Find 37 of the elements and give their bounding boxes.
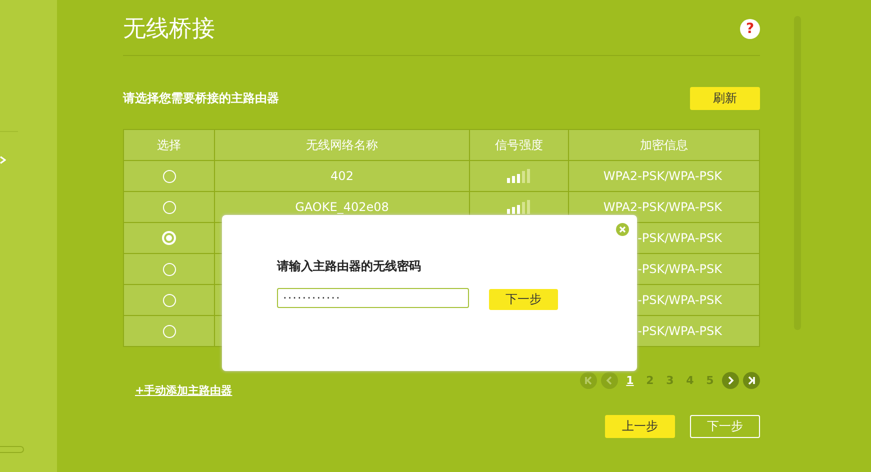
column-header: 无线网络名称 (214, 130, 470, 160)
first-page-icon[interactable] (580, 372, 597, 389)
page-number[interactable]: 1 (622, 374, 638, 387)
last-page-icon[interactable] (743, 372, 760, 389)
step-button[interactable]: 上一步 (605, 415, 675, 438)
encryption-text: -PSK/WPA-PSK (638, 231, 722, 245)
column-header: 信号强度 (470, 130, 568, 160)
radio-button[interactable] (162, 263, 176, 276)
add-router-link[interactable]: +手动添加主路由器 (135, 383, 232, 398)
prompt-text: 请选择您需要桥接的主路由器 (123, 90, 279, 107)
network-name: 402 (330, 169, 354, 183)
next-page-icon[interactable] (722, 372, 739, 389)
refresh-button[interactable]: 刷新 (690, 87, 760, 110)
encryption-text: -PSK/WPA-PSK (638, 262, 722, 276)
radio-button[interactable] (162, 170, 176, 184)
radio-button[interactable] (162, 231, 176, 246)
encryption-text: WPA2-PSK/WPA-PSK (603, 169, 722, 183)
close-icon[interactable] (616, 223, 629, 236)
sidebar-scroll-handle[interactable] (0, 446, 24, 453)
radio-button[interactable] (162, 294, 176, 308)
help-icon[interactable]: ? (740, 18, 760, 38)
dialog-label: 请输入主路由器的无线密码 (277, 258, 422, 275)
column-header: 加密信息 (568, 130, 760, 160)
previous-page-icon[interactable] (601, 372, 618, 389)
encryption-text: -PSK/WPA-PSK (638, 324, 722, 338)
step-button[interactable]: 下一步 (690, 415, 760, 438)
encryption-text: -PSK/WPA-PSK (638, 293, 722, 307)
page-title: 无线桥接 (123, 15, 215, 44)
signal-icon (507, 169, 531, 184)
radio-button[interactable] (162, 201, 176, 214)
column-header: 选择 (124, 130, 214, 160)
encryption-text: WPA2-PSK/WPA-PSK (603, 200, 722, 214)
radio-button[interactable] (162, 325, 176, 338)
password-field[interactable]: ············ (277, 288, 469, 308)
next-button[interactable]: 下一步 (489, 289, 558, 310)
network-name: GAOKE_402e08 (295, 200, 389, 214)
chevron-icon[interactable] (0, 156, 6, 164)
